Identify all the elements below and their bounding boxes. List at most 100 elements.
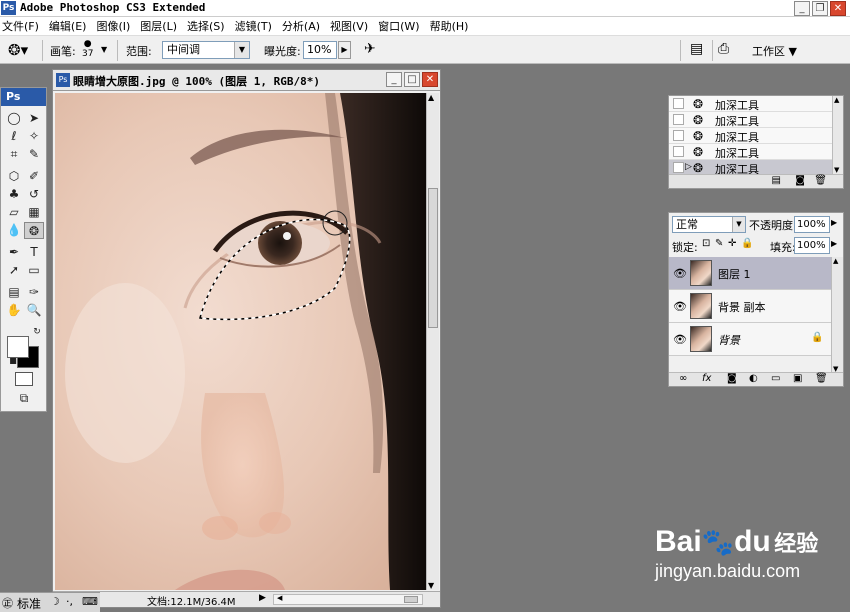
zoom-tool-icon[interactable]: 🔍: [24, 302, 44, 319]
range-select[interactable]: 中间调 ▼: [162, 41, 250, 59]
lock-position-icon[interactable]: ✛: [728, 238, 736, 249]
menu-window[interactable]: 窗口(W): [378, 18, 419, 34]
delete-layer-icon[interactable]: 🗑: [815, 373, 828, 384]
document-vertical-scrollbar[interactable]: ▲ ▼: [426, 93, 439, 590]
fill-slider-arrow-icon[interactable]: ▶: [831, 239, 837, 248]
clone-stamp-tool-icon[interactable]: ♣: [4, 186, 24, 203]
exposure-slider-arrow-icon[interactable]: ▶: [338, 41, 351, 59]
image-canvas[interactable]: [55, 93, 426, 590]
doc-minimize-button[interactable]: _: [386, 72, 402, 87]
layer-style-icon[interactable]: fx: [702, 373, 711, 384]
history-checkbox[interactable]: [673, 130, 684, 141]
history-item[interactable]: ❂ 加深工具: [669, 112, 832, 128]
menu-edit[interactable]: 编辑(E): [49, 18, 87, 34]
new-snapshot-icon[interactable]: ◙: [795, 175, 805, 186]
menu-filter[interactable]: 滤镜(T): [235, 18, 272, 34]
gradient-tool-icon[interactable]: ▦: [24, 204, 44, 221]
scroll-left-icon[interactable]: ◀: [277, 594, 282, 602]
history-checkbox[interactable]: [673, 98, 684, 109]
workspace-menu[interactable]: 工作区 ▼: [752, 43, 797, 59]
blur-tool-icon[interactable]: 💧: [4, 222, 24, 239]
scrollbar-thumb[interactable]: [428, 188, 438, 328]
hand-tool-icon[interactable]: ✋: [4, 302, 24, 319]
menu-layer[interactable]: 图层(L): [140, 18, 177, 34]
layer-row-background-copy[interactable]: 👁 背景 副本: [669, 290, 831, 323]
burn-tool-icon[interactable]: ❂: [24, 222, 44, 239]
layer-row-layer1[interactable]: 👁 图层 1: [669, 257, 831, 290]
move-tool-icon[interactable]: ➤: [24, 110, 44, 127]
brush-dropdown-arrow-icon[interactable]: ▼: [101, 45, 107, 54]
default-colors-icon[interactable]: ■: [3, 352, 23, 369]
keyboard-icon[interactable]: ⌨: [82, 595, 98, 608]
history-item[interactable]: ❂ 加深工具: [669, 96, 832, 112]
eye-icon[interactable]: 👁: [673, 333, 687, 346]
link-layers-icon[interactable]: ∞: [679, 373, 687, 384]
history-checkbox[interactable]: [673, 146, 684, 157]
scroll-up-icon[interactable]: ▲: [833, 257, 838, 265]
layers-scrollbar[interactable]: ▲ ▼: [831, 257, 843, 373]
new-layer-icon[interactable]: ▣: [793, 373, 802, 384]
magic-wand-tool-icon[interactable]: ✧: [24, 128, 44, 145]
ime-icon[interactable]: ㊣: [2, 595, 13, 611]
menu-analysis[interactable]: 分析(A): [282, 18, 320, 34]
scroll-down-icon[interactable]: ▼: [834, 166, 839, 174]
swap-colors-icon[interactable]: ↻: [27, 324, 47, 341]
document-title-bar[interactable]: Ps 眼睛增大原图.jpg @ 100% (图层 1, RGB/8*) _ □ …: [53, 70, 440, 91]
airbrush-icon[interactable]: ✈: [364, 41, 376, 57]
menu-view[interactable]: 视图(V): [330, 18, 368, 34]
menu-file[interactable]: 文件(F): [2, 18, 39, 34]
layer-row-background[interactable]: 👁 背景 🔒: [669, 323, 831, 356]
brush-tool-icon[interactable]: ✐: [24, 168, 44, 185]
brush-picker[interactable]: ● 37: [82, 39, 93, 59]
scroll-down-icon[interactable]: ▼: [428, 581, 434, 590]
lock-transparent-icon[interactable]: ⊡: [702, 238, 710, 249]
new-document-from-state-icon[interactable]: ▤: [772, 175, 781, 186]
slice-tool-icon[interactable]: ✎: [24, 146, 44, 163]
history-checkbox[interactable]: [673, 114, 684, 125]
moon-icon[interactable]: ☽: [50, 595, 60, 608]
opacity-input[interactable]: 100%: [794, 216, 830, 233]
notes-tool-icon[interactable]: ▤: [4, 284, 24, 301]
lock-image-icon[interactable]: ✎: [715, 238, 723, 249]
adjustment-layer-icon[interactable]: ◐: [749, 373, 758, 384]
scroll-up-icon[interactable]: ▲: [428, 93, 434, 102]
history-brush-tool-icon[interactable]: ↺: [24, 186, 44, 203]
lock-all-icon[interactable]: 🔒: [741, 238, 753, 249]
document-horizontal-scrollbar[interactable]: ◀: [273, 594, 423, 605]
delete-state-icon[interactable]: 🗑: [814, 175, 827, 186]
lasso-tool-icon[interactable]: ℓ: [4, 128, 24, 145]
fill-input[interactable]: 100%: [794, 237, 830, 254]
eyedropper-tool-icon[interactable]: ✑: [24, 284, 44, 301]
palette-well-icon[interactable]: ▤: [690, 41, 703, 57]
close-button[interactable]: ✕: [830, 1, 846, 16]
screen-mode-icon[interactable]: ⧉: [14, 390, 34, 407]
doc-close-button[interactable]: ✕: [422, 72, 438, 87]
path-selection-tool-icon[interactable]: ➚: [4, 262, 24, 279]
quick-mask-icon[interactable]: [15, 372, 33, 386]
eraser-tool-icon[interactable]: ▱: [4, 204, 24, 221]
horizontal-scrollbar-thumb[interactable]: [404, 596, 418, 603]
history-checkbox[interactable]: [673, 162, 684, 173]
healing-brush-tool-icon[interactable]: ⬡: [4, 168, 24, 185]
shape-tool-icon[interactable]: ▭: [24, 262, 44, 279]
status-menu-arrow-icon[interactable]: ▶: [259, 593, 266, 603]
pen-tool-icon[interactable]: ✒: [4, 244, 24, 261]
bridge-icon[interactable]: ⎙: [718, 41, 729, 57]
new-group-icon[interactable]: ▭: [771, 373, 780, 384]
ime-mode-label[interactable]: 标准: [17, 595, 41, 612]
scroll-up-icon[interactable]: ▲: [834, 96, 839, 104]
eye-icon[interactable]: 👁: [673, 267, 687, 280]
minimize-button[interactable]: _: [794, 1, 810, 16]
doc-maximize-button[interactable]: □: [404, 72, 420, 87]
menu-select[interactable]: 选择(S): [187, 18, 225, 34]
eye-icon[interactable]: 👁: [673, 300, 687, 313]
history-item[interactable]: ❂ 加深工具: [669, 128, 832, 144]
opacity-slider-arrow-icon[interactable]: ▶: [831, 218, 837, 227]
exposure-input[interactable]: 10%: [303, 41, 337, 59]
history-scrollbar[interactable]: ▲ ▼: [832, 96, 843, 174]
menu-image[interactable]: 图像(I): [96, 18, 130, 34]
restore-button[interactable]: ❐: [812, 1, 828, 16]
marquee-tool-icon[interactable]: ◯: [4, 110, 24, 127]
type-tool-icon[interactable]: T: [24, 244, 44, 261]
menu-help[interactable]: 帮助(H): [430, 18, 469, 34]
